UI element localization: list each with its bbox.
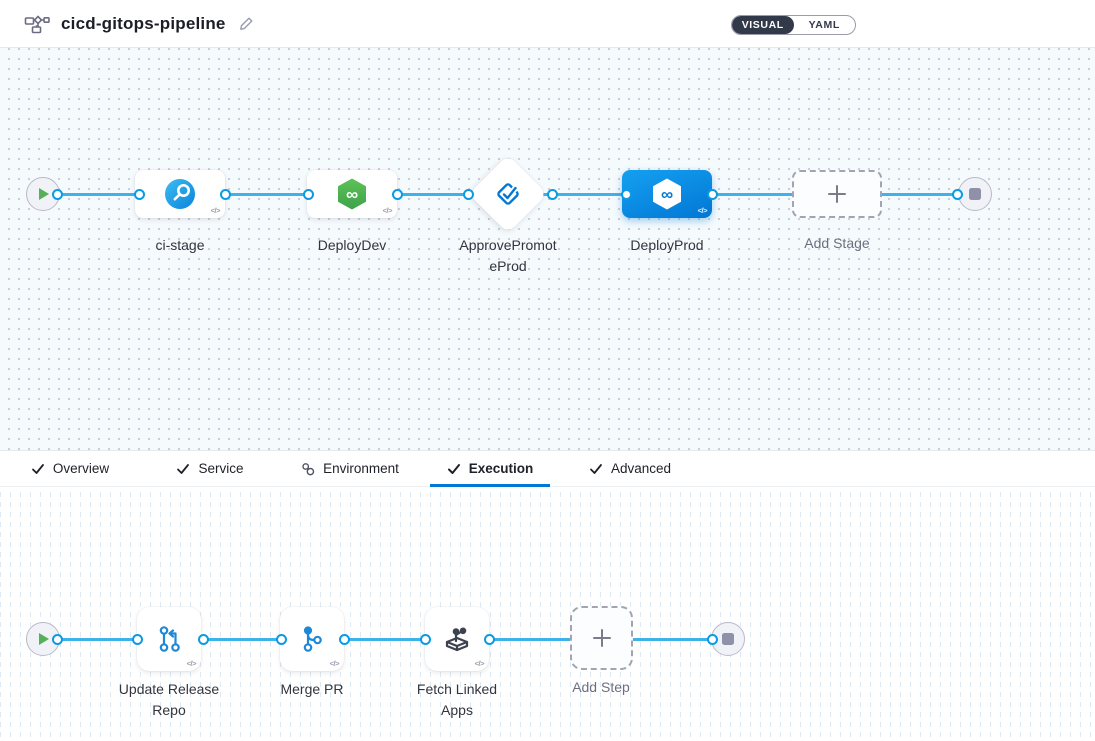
link-dot	[276, 634, 287, 645]
approval-icon	[492, 178, 524, 210]
execution-canvas: </> Update Release Repo </> Merge PR	[0, 487, 1095, 741]
tab-service[interactable]: Service	[150, 451, 270, 486]
code-icon: </>	[211, 206, 220, 215]
link-dot	[52, 634, 63, 645]
step-label: Fetch Linked Apps	[407, 679, 507, 721]
stage-config-tabs: Overview Service Environment Execution A…	[0, 451, 1095, 487]
link-dot	[707, 634, 718, 645]
stop-icon	[722, 633, 734, 645]
environment-icon	[301, 462, 315, 476]
link-dot	[52, 189, 63, 200]
ci-stage-icon	[164, 178, 196, 210]
step-label: Update Release Repo	[114, 679, 224, 721]
toggle-yaml[interactable]: YAML	[794, 16, 856, 34]
cd-stage-icon: ∞	[650, 177, 684, 211]
link-dot	[707, 189, 718, 200]
toggle-visual[interactable]: VISUAL	[732, 16, 794, 34]
add-stage-button[interactable]	[792, 170, 882, 218]
visual-yaml-toggle: VISUAL YAML	[731, 15, 856, 35]
edit-pencil-icon[interactable]	[238, 15, 255, 32]
stage-node-ci-stage[interactable]: </>	[135, 170, 225, 218]
tab-execution[interactable]: Execution	[430, 451, 550, 486]
link-dot	[134, 189, 145, 200]
header: cicd-gitops-pipeline VISUAL YAML	[0, 0, 1095, 48]
link-dot	[484, 634, 495, 645]
check-icon	[589, 462, 603, 476]
step-node-merge-pr[interactable]: </>	[280, 607, 344, 671]
check-icon	[31, 462, 45, 476]
pipeline-icon	[24, 13, 50, 35]
play-icon	[38, 632, 50, 646]
step-label: Merge PR	[247, 679, 377, 700]
stage-node-approvepromoteprod[interactable]	[468, 154, 547, 233]
stage-canvas: </> ci-stage ∞ </> DeployDev	[0, 48, 1095, 451]
link-dot	[952, 189, 963, 200]
stage-node-deployprod[interactable]: ∞ </>	[622, 170, 712, 218]
plus-icon	[590, 626, 614, 650]
link-dot	[420, 634, 431, 645]
stage-node-deploydev[interactable]: ∞ </>	[307, 170, 397, 218]
link-dot	[463, 189, 474, 200]
tab-advanced[interactable]: Advanced	[570, 451, 690, 486]
stage-label: ApprovePromoteProd	[458, 235, 558, 277]
add-stage-label: Add Stage	[772, 233, 902, 254]
code-icon: </>	[383, 206, 392, 215]
check-icon	[176, 462, 190, 476]
stage-label: ci-stage	[115, 235, 245, 256]
code-icon: </>	[475, 659, 484, 668]
stage-label: DeployProd	[602, 235, 732, 256]
stop-icon	[969, 188, 981, 200]
fetch-linked-apps-icon	[439, 621, 475, 657]
step-node-update-release-repo[interactable]: </>	[137, 607, 201, 671]
add-step-button[interactable]	[570, 606, 633, 670]
code-icon: </>	[330, 659, 339, 668]
pipeline-end-node	[958, 177, 992, 211]
pipeline-title: cicd-gitops-pipeline	[61, 14, 226, 34]
link-dot	[198, 634, 209, 645]
cd-stage-icon: ∞	[335, 177, 369, 211]
link-dot	[303, 189, 314, 200]
link-dot	[132, 634, 143, 645]
check-icon	[447, 462, 461, 476]
merge-pr-icon	[295, 622, 329, 656]
tab-environment[interactable]: Environment	[290, 451, 410, 486]
pipeline-studio: cicd-gitops-pipeline VISUAL YAML	[0, 0, 1095, 741]
plus-icon	[826, 183, 848, 205]
add-step-label: Add Step	[536, 677, 666, 698]
code-icon: </>	[187, 659, 196, 668]
update-release-repo-icon	[152, 622, 186, 656]
code-icon: </>	[698, 206, 707, 215]
link-dot	[547, 189, 558, 200]
link-dot	[392, 189, 403, 200]
link-dot	[621, 189, 632, 200]
tab-overview[interactable]: Overview	[10, 451, 130, 486]
step-node-fetch-linked-apps[interactable]: </>	[425, 607, 489, 671]
link-dot	[339, 634, 350, 645]
stage-label: DeployDev	[287, 235, 417, 256]
link-dot	[220, 189, 231, 200]
play-icon	[38, 187, 50, 201]
